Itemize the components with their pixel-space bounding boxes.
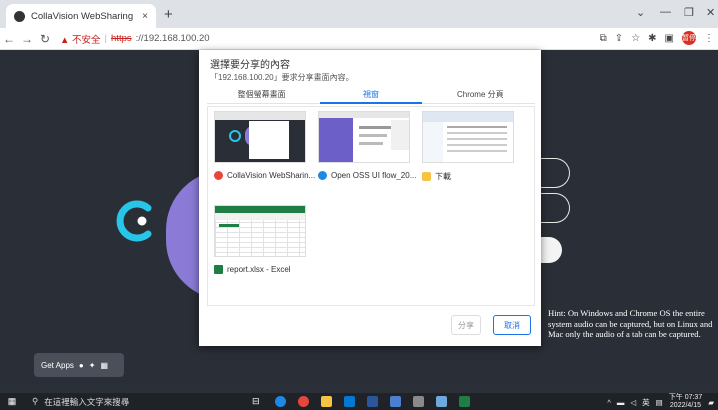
clock-date: 2022/4/15 <box>669 402 702 409</box>
browser-tab[interactable]: CollaVision WebSharing × <box>6 4 156 28</box>
tab-window[interactable]: 視窗 <box>316 88 425 104</box>
app-icon[interactable] <box>436 396 447 407</box>
get-apps-button[interactable]: Get Apps ● ✦ ▦ <box>34 353 124 377</box>
windows-taskbar: ▦ ⚲ 在這裡輸入文字來搜尋 ⊟ ^ ▬ ◁ 英 ▤ 下午 07:37 2022… <box>0 393 718 410</box>
dialog-title: 選擇要分享的內容 <box>210 60 290 71</box>
profile-avatar[interactable]: 暂停 <box>682 31 696 45</box>
window-label: 下載 <box>422 171 518 182</box>
window-thumbnail-grid: CollaVision WebSharin... Open OSS UI flo… <box>207 106 535 306</box>
new-tab-button[interactable]: + <box>164 6 173 23</box>
window-thumbnail <box>318 111 410 163</box>
collavision-logo-icon <box>116 200 152 242</box>
taskbar-apps: ⊟ <box>252 396 470 407</box>
task-view-icon[interactable]: ⊟ <box>252 396 263 407</box>
android-icon: ✦ <box>88 360 96 370</box>
window-option-excel[interactable]: report.xlsx - Excel <box>214 205 310 274</box>
not-secure-warning[interactable]: ▲ 不安全 <box>60 32 101 46</box>
window-label: report.xlsx - Excel <box>214 265 310 274</box>
chrome-taskbar-icon[interactable] <box>298 396 309 407</box>
translate-icon[interactable]: ⧉ <box>600 33 607 44</box>
site-favicon-icon <box>14 10 25 22</box>
url-scheme: https <box>111 33 132 44</box>
keyboard-icon[interactable]: ▤ <box>656 398 663 407</box>
window-label: Open OSS UI flow_20... <box>318 171 417 180</box>
address-bar: ← → ↻ ▲ 不安全 | https://192.168.100.20 ⧉ ⇪… <box>0 28 718 50</box>
teams-icon[interactable] <box>390 396 401 407</box>
windows-icon: ▦ <box>100 360 109 370</box>
url-host: ://192.168.100.20 <box>135 33 210 44</box>
tab-title: CollaVision WebSharing <box>31 10 134 22</box>
window-option-oss-ui-flow[interactable]: Open OSS UI flow_20... <box>318 111 417 180</box>
input-language[interactable]: 英 <box>642 397 650 408</box>
tab-entire-screen[interactable]: 整個螢幕畫面 <box>207 88 316 103</box>
start-menu-icon[interactable]: ▦ <box>4 396 20 407</box>
window-option-collavision[interactable]: CollaVision WebSharin... <box>214 111 315 180</box>
cancel-button[interactable]: 取消 <box>493 315 531 335</box>
tray-chevron-icon[interactable]: ^ <box>607 398 611 407</box>
audio-hint-text: Hint: On Windows and Chrome OS the entir… <box>548 308 713 339</box>
share-screen-dialog: 選擇要分享的內容 「192.168.100.20」要求分享畫面內容。 整個螢幕畫… <box>199 50 541 346</box>
window-title: CollaVision WebSharin... <box>227 171 316 180</box>
share-source-tabs: 整個螢幕畫面 視窗 Chrome 分頁 <box>207 88 535 104</box>
folder-icon <box>422 172 431 181</box>
window-option-downloads[interactable]: 下載 <box>422 111 518 182</box>
url-divider: | <box>104 33 108 44</box>
toolbar-right: ⧉ ⇪ ☆ ✱ ▣ 暂停 ⋮ <box>600 31 714 45</box>
dialog-subtitle: 「192.168.100.20」要求分享畫面內容。 <box>210 73 354 82</box>
apple-icon: ● <box>78 360 84 370</box>
file-explorer-icon[interactable] <box>321 396 332 407</box>
back-icon[interactable]: ← <box>0 32 18 46</box>
maximize-button[interactable]: ❐ <box>684 6 694 19</box>
chrome-icon <box>214 171 223 180</box>
get-apps-label: Get Apps <box>41 360 74 370</box>
browser-tab-bar: CollaVision WebSharing × + ⌄ — ❐ ✕ <box>0 0 718 28</box>
window-label: CollaVision WebSharin... <box>214 171 315 180</box>
share-button[interactable]: 分享 <box>451 315 481 335</box>
clock-time: 下午 07:37 <box>668 394 703 401</box>
clock[interactable]: 下午 07:37 2022/4/15 <box>669 394 702 410</box>
volume-icon[interactable]: ◁ <box>630 398 636 407</box>
menu-icon[interactable]: ⋮ <box>704 33 714 44</box>
tab-close-button[interactable]: × <box>142 11 148 22</box>
side-panel-icon[interactable]: ▣ <box>665 33 674 44</box>
close-window-button[interactable]: ✕ <box>706 6 715 19</box>
window-thumbnail <box>422 111 514 163</box>
system-tray: ^ ▬ ◁ 英 ▤ 下午 07:37 2022/4/15 ▰ <box>607 394 714 410</box>
share-icon[interactable]: ⇪ <box>615 33 623 44</box>
paint-icon[interactable] <box>413 396 424 407</box>
network-icon[interactable]: ▬ <box>617 398 625 407</box>
url-field[interactable]: ▲ 不安全 | https://192.168.100.20 <box>60 32 210 46</box>
extensions-icon[interactable]: ✱ <box>648 33 656 44</box>
search-placeholder: 在這裡輸入文字來搜尋 <box>44 396 130 407</box>
window-thumbnail <box>214 205 306 257</box>
notification-icon[interactable]: ▰ <box>708 398 714 407</box>
tab-chrome-tab[interactable]: Chrome 分頁 <box>426 88 535 103</box>
taskbar-search[interactable]: ⚲ 在這裡輸入文字來搜尋 <box>32 395 232 409</box>
window-title: report.xlsx - Excel <box>227 265 291 274</box>
mail-icon[interactable] <box>344 396 355 407</box>
window-title: 下載 <box>435 172 451 181</box>
bookmark-star-icon[interactable]: ☆ <box>631 33 640 44</box>
excel-taskbar-icon[interactable] <box>459 396 470 407</box>
minimize-button[interactable]: — <box>660 6 671 18</box>
search-icon: ⚲ <box>32 396 39 406</box>
window-thumbnail <box>214 111 306 163</box>
edge-icon <box>318 171 327 180</box>
excel-icon <box>214 265 223 274</box>
tab-search-chevron-icon[interactable]: ⌄ <box>636 6 645 19</box>
edge-taskbar-icon[interactable] <box>275 396 286 407</box>
window-title: Open OSS UI flow_20... <box>331 171 417 180</box>
forward-icon[interactable]: → <box>18 32 36 46</box>
outlook-icon[interactable] <box>367 396 378 407</box>
reload-icon[interactable]: ↻ <box>36 32 54 46</box>
